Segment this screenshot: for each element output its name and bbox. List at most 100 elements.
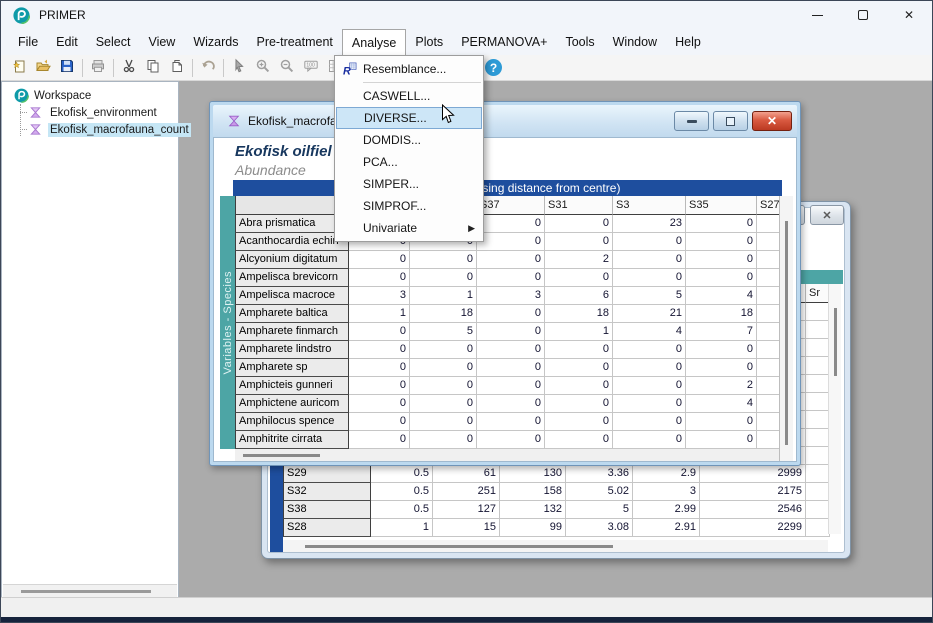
value-cell[interactable]: 0 xyxy=(410,413,477,431)
value-cell[interactable]: 0 xyxy=(349,413,410,431)
value-cell[interactable]: 2546 xyxy=(700,501,806,519)
panel-horizontal-scrollbar[interactable] xyxy=(3,584,177,597)
value-cell[interactable]: 4 xyxy=(686,395,757,413)
zoom-out-button[interactable] xyxy=(275,57,299,79)
value-cell[interactable]: 0 xyxy=(686,269,757,287)
abundance-horizontal-scrollbar[interactable] xyxy=(235,449,782,462)
value-cell[interactable]: 5 xyxy=(566,501,633,519)
value-cell[interactable]: 2 xyxy=(545,251,613,269)
value-cell[interactable]: 0 xyxy=(613,269,686,287)
value-cell[interactable]: 0 xyxy=(613,395,686,413)
value-cell[interactable]: 0 xyxy=(349,431,410,449)
menu-item-simprof[interactable]: SIMPROF... xyxy=(336,195,482,217)
tree-item-workspace[interactable]: Workspace xyxy=(2,87,178,104)
value-cell[interactable]: 0 xyxy=(613,341,686,359)
menu-item-domdis[interactable]: DOMDIS... xyxy=(336,129,482,151)
value-cell[interactable]: 0 xyxy=(613,431,686,449)
value-cell[interactable]: 0 xyxy=(477,413,545,431)
menu-window[interactable]: Window xyxy=(604,29,666,55)
value-cell[interactable]: 3.08 xyxy=(566,519,633,537)
value-cell[interactable]: 18 xyxy=(686,305,757,323)
menu-file[interactable]: File xyxy=(9,29,47,55)
value-cell[interactable]: 5 xyxy=(410,323,477,341)
window-close-button[interactable]: ✕ xyxy=(886,1,932,29)
value-cell[interactable]: 0 xyxy=(686,251,757,269)
value-cell[interactable]: 0 xyxy=(686,431,757,449)
value-cell[interactable]: 0 xyxy=(349,269,410,287)
value-cell[interactable]: 0 xyxy=(477,395,545,413)
species-cell[interactable]: Ampelisca macroce xyxy=(235,287,349,305)
print-button[interactable] xyxy=(86,57,110,79)
sample-cell[interactable]: S29 xyxy=(283,465,371,483)
value-cell[interactable]: 2999 xyxy=(700,465,806,483)
value-cell[interactable]: 0 xyxy=(477,341,545,359)
species-cell[interactable]: Acanthocardia echin xyxy=(235,233,349,251)
environment-vertical-scrollbar[interactable] xyxy=(828,284,841,534)
species-cell[interactable]: Abra prismatica xyxy=(235,215,349,233)
value-cell[interactable]: 2299 xyxy=(700,519,806,537)
species-cell[interactable]: Amphicteis gunneri xyxy=(235,377,349,395)
value-cell[interactable]: 0 xyxy=(477,251,545,269)
value-cell[interactable]: 158 xyxy=(500,483,566,501)
environment-close-button[interactable]: ✕ xyxy=(810,205,844,225)
value-cell[interactable] xyxy=(806,501,830,519)
menu-view[interactable]: View xyxy=(139,29,184,55)
species-column-header[interactable] xyxy=(235,196,349,215)
column-header-s31[interactable]: S31 xyxy=(545,196,613,215)
value-cell[interactable] xyxy=(806,321,830,339)
abundance-vertical-scrollbar[interactable] xyxy=(779,196,793,462)
value-cell[interactable]: 0 xyxy=(545,431,613,449)
copy-button[interactable] xyxy=(141,57,165,79)
label-button[interactable]: 100 xyxy=(299,57,323,79)
value-cell[interactable]: 5 xyxy=(613,287,686,305)
value-cell[interactable]: 0 xyxy=(545,359,613,377)
value-cell[interactable]: 0 xyxy=(613,359,686,377)
value-cell[interactable]: 0 xyxy=(349,395,410,413)
value-cell[interactable]: 0 xyxy=(545,395,613,413)
menu-item-resemblance[interactable]: RResemblance... xyxy=(336,58,482,80)
value-cell[interactable]: 0 xyxy=(686,413,757,431)
value-cell[interactable]: 1 xyxy=(349,305,410,323)
scrollbar-thumb[interactable] xyxy=(785,221,788,445)
value-cell[interactable]: 3 xyxy=(633,483,700,501)
value-cell[interactable]: 2 xyxy=(686,377,757,395)
value-cell[interactable]: 4 xyxy=(686,287,757,305)
menu-wizards[interactable]: Wizards xyxy=(184,29,247,55)
value-cell[interactable]: 127 xyxy=(433,501,500,519)
value-cell[interactable]: 0 xyxy=(349,251,410,269)
value-cell[interactable]: 3 xyxy=(349,287,410,305)
value-cell[interactable] xyxy=(806,393,830,411)
value-cell[interactable]: 0 xyxy=(477,431,545,449)
value-cell[interactable] xyxy=(806,519,830,537)
tree-item-ekofisk-macrofauna-count[interactable]: Ekofisk_macrofauna_count xyxy=(2,121,178,138)
value-cell[interactable] xyxy=(806,465,830,483)
column-header-s37[interactable]: S37 xyxy=(477,196,545,215)
menu-item-caswell[interactable]: CASWELL... xyxy=(336,85,482,107)
value-cell[interactable]: 0 xyxy=(545,341,613,359)
value-cell[interactable]: 0 xyxy=(349,323,410,341)
value-cell[interactable]: 3.36 xyxy=(566,465,633,483)
abundance-maximize-button[interactable] xyxy=(713,111,748,131)
value-cell[interactable]: 2.91 xyxy=(633,519,700,537)
column-header-sr[interactable]: Sr xyxy=(806,284,830,303)
new-workspace-button[interactable] xyxy=(7,57,31,79)
menu-plots[interactable]: Plots xyxy=(406,29,452,55)
window-maximize-button[interactable] xyxy=(840,1,886,29)
value-cell[interactable]: 251 xyxy=(433,483,500,501)
species-cell[interactable]: Amphitrite cirrata xyxy=(235,431,349,449)
scrollbar-thumb[interactable] xyxy=(21,590,151,593)
value-cell[interactable] xyxy=(806,339,830,357)
value-cell[interactable]: 0 xyxy=(410,269,477,287)
value-cell[interactable]: 0 xyxy=(545,233,613,251)
value-cell[interactable]: 0 xyxy=(613,413,686,431)
value-cell[interactable]: 0 xyxy=(410,377,477,395)
abundance-minimize-button[interactable] xyxy=(674,111,709,131)
value-cell[interactable]: 0.5 xyxy=(371,465,433,483)
value-cell[interactable]: 0 xyxy=(545,215,613,233)
species-cell[interactable]: Ampharete lindstro xyxy=(235,341,349,359)
value-cell[interactable]: 0 xyxy=(613,251,686,269)
value-cell[interactable]: 0 xyxy=(686,341,757,359)
value-cell[interactable]: 0 xyxy=(477,377,545,395)
value-cell[interactable]: 0 xyxy=(349,377,410,395)
value-cell[interactable]: 0 xyxy=(349,359,410,377)
